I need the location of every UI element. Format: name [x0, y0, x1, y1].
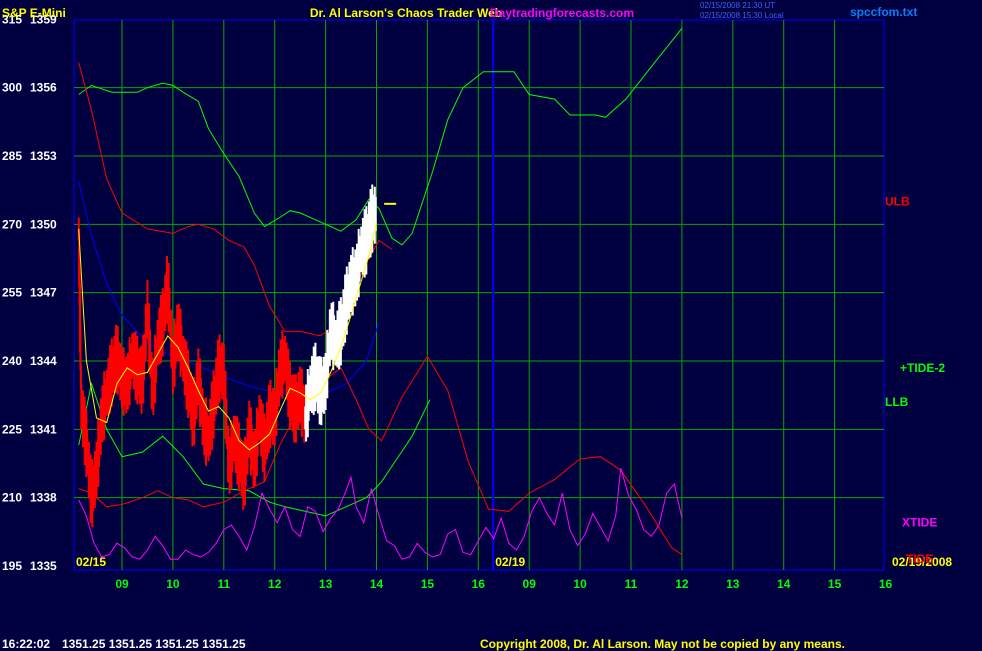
x-tick-label: 10 [166, 577, 180, 591]
x-tick-label: 13 [726, 577, 740, 591]
footer-copyright: Copyright 2008, Dr. Al Larson. May not b… [480, 637, 845, 651]
footer-time: 16:22:02 [2, 637, 51, 651]
y-tick-right: 1344 [30, 354, 57, 368]
header-instrument: S&P E-Mini [2, 6, 66, 20]
series-label-llb: LLB [885, 395, 909, 409]
x-tick-label: 15 [828, 577, 842, 591]
y-tick-right: 1338 [30, 491, 57, 505]
chart-canvas: 315 1359300 1356285 1353270 1350255 1347240 13… [2, 12, 952, 591]
x-tick-label: 11 [217, 577, 230, 591]
x-tick-label: 16 [472, 577, 486, 591]
series-line-llb [78, 355, 683, 556]
series-label-ulb: ULB [885, 195, 910, 209]
x-tick-label: 10 [573, 577, 587, 591]
x-tick-label: 11 [625, 577, 638, 591]
y-tick-right: 1335 [30, 559, 57, 573]
series-label-tide: TIDE [906, 552, 933, 566]
x-tick-label: 13 [319, 577, 333, 591]
x-tick-label: 14 [777, 577, 791, 591]
y-tick-left: 285 [2, 149, 22, 163]
x-tick-label: 14 [370, 577, 384, 591]
series-label--tide-2: +TIDE-2 [900, 361, 945, 375]
y-tick-left: 270 [2, 217, 22, 231]
y-tick-left: 255 [2, 286, 22, 300]
x-tick-label: 09 [523, 577, 537, 591]
x-tick-label: 12 [268, 577, 282, 591]
y-tick-right: 1347 [30, 286, 57, 300]
series-line-xtide [78, 467, 683, 560]
footer-quotes: 1351.25 1351.25 1351.25 1351.25 [62, 637, 246, 651]
x-tick-label: 15 [421, 577, 435, 591]
x-tick-label: 16 [879, 577, 893, 591]
y-tick-right: 1356 [30, 81, 57, 95]
header-stamp-local: 02/15/2008 15:30 Local [700, 11, 784, 20]
y-tick-left: 210 [2, 491, 22, 505]
y-tick-right: 1353 [30, 149, 57, 163]
header-stamp-ut: 02/15/2008 21:30 UT [700, 1, 776, 10]
y-tick-left: 195 [2, 559, 22, 573]
header-filename: spccfom.txt [850, 5, 918, 19]
series-label-xtide: XTIDE [902, 516, 937, 530]
y-tick-left: 225 [2, 422, 22, 436]
x-tick-label: 12 [675, 577, 689, 591]
y-tick-left: 240 [2, 354, 22, 368]
date-marker: 02/19 [495, 555, 525, 569]
series-line--tide-2 [78, 28, 683, 246]
y-tick-right: 1350 [30, 217, 57, 231]
y-tick-left: 300 [2, 81, 22, 95]
header-website[interactable]: Daytradingforecasts.com [490, 7, 634, 19]
y-tick-right: 1341 [30, 422, 57, 436]
x-tick-label: 09 [115, 577, 129, 591]
